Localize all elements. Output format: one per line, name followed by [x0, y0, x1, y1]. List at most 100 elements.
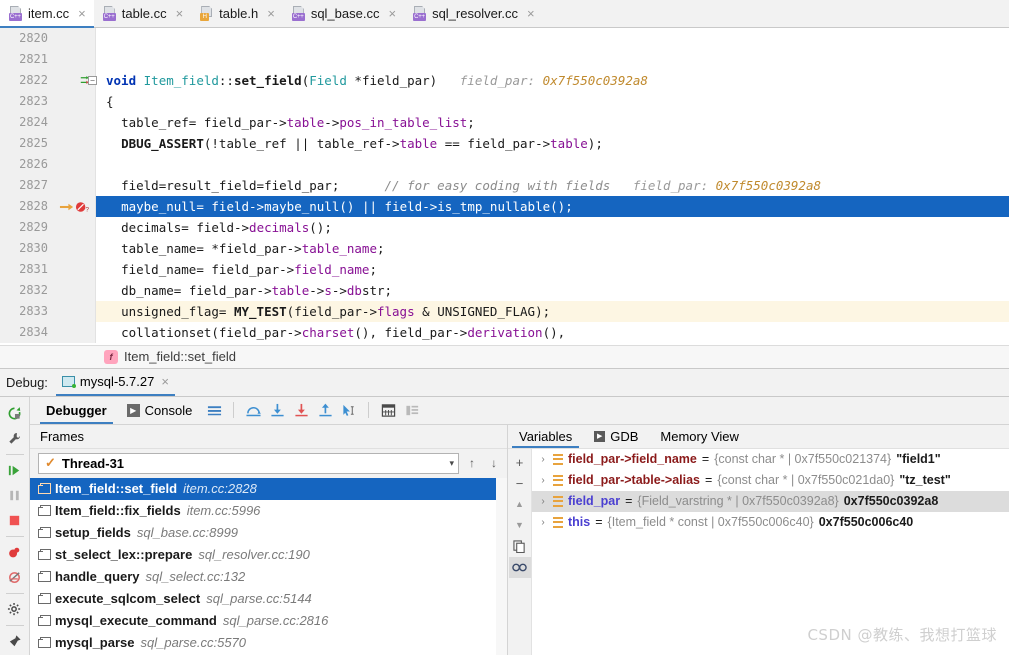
gutter-line[interactable]: 2828? [0, 196, 95, 217]
chevron-down-icon[interactable]: ▾ [449, 458, 454, 469]
tab-console[interactable]: ▶ Console [117, 397, 203, 424]
edit-configurations-icon[interactable] [0, 426, 30, 451]
code-line[interactable]: void Item_field::set_field(Field *field_… [96, 70, 1009, 91]
gutter-line[interactable]: 2834 [0, 322, 95, 343]
breadcrumb[interactable]: f Item_field::set_field [0, 344, 1009, 369]
code-line[interactable]: decimals= field->decimals(); [96, 217, 1009, 238]
frames-scrollbar[interactable] [496, 477, 507, 655]
close-icon[interactable]: × [388, 7, 396, 20]
code-line[interactable] [96, 154, 1009, 175]
add-watch-icon[interactable]: + [509, 452, 531, 473]
debug-side-rail[interactable] [0, 396, 30, 655]
remove-watch-icon[interactable]: − [509, 473, 531, 494]
gutter-line[interactable]: 2831 [0, 259, 95, 280]
run-to-cursor-icon[interactable] [337, 398, 361, 422]
evaluate-expression-icon[interactable] [376, 398, 400, 422]
variables-rail[interactable]: + − ▲ ▼ [508, 448, 532, 655]
inspect-icon[interactable] [508, 556, 531, 578]
pause-program-icon[interactable] [0, 483, 30, 508]
gutter-line[interactable]: 2822 [0, 70, 95, 91]
breakpoint-icon[interactable]: ? [59, 196, 91, 217]
frame-list-item[interactable]: Item_field::fix_fields item.cc:5996 [30, 500, 496, 522]
variable-row[interactable]: › field_par->field_name = {const char * | 0… [532, 449, 1009, 470]
chevron-right-icon[interactable]: › [538, 496, 548, 507]
debugger-toolbar[interactable]: Debugger ▶ Console [30, 396, 1009, 425]
close-icon[interactable]: × [176, 7, 184, 20]
frame-list-item[interactable]: mysql_execute_command sql_parse.cc:2816 [30, 610, 496, 632]
frame-list-item[interactable]: setup_fields sql_base.cc:8999 [30, 522, 496, 544]
tab-gdb[interactable]: ▶ GDB [583, 425, 649, 448]
step-out-icon[interactable] [313, 398, 337, 422]
editor-tab-table-cc[interactable]: C++ table.cc × [93, 0, 192, 27]
code-editor[interactable]: 2820 2821 2822−2823 2824 2825 2826 2827 2828? 28… [0, 28, 1009, 345]
close-icon[interactable]: × [78, 7, 86, 20]
code-line[interactable]: field_name= field_par->field_name; [96, 259, 1009, 280]
close-icon[interactable]: × [267, 7, 275, 20]
chevron-right-icon[interactable]: › [538, 454, 548, 465]
editor-tab-sql-base-cc[interactable]: C++ sql_base.cc × [282, 0, 405, 27]
chevron-right-icon[interactable]: › [538, 475, 548, 486]
frame-list-item[interactable]: handle_query sql_select.cc:132 [30, 566, 496, 588]
frames-up-icon[interactable]: ↑ [463, 454, 481, 472]
frame-list-item[interactable]: mysql_parse sql_parse.cc:5570 [30, 632, 496, 654]
watch-down-icon[interactable]: ▼ [509, 515, 531, 536]
editor-tab-table-h[interactable]: Htable.h × [191, 0, 283, 27]
gutter-line[interactable]: 2823 [0, 91, 95, 112]
gutter-line[interactable]: 2821 [0, 49, 95, 70]
editor-tab-sql-resolver-cc[interactable]: C++ sql_resolver.cc × [404, 0, 543, 27]
gutter-line[interactable]: 2832 [0, 280, 95, 301]
view-breakpoints-icon[interactable] [0, 540, 30, 565]
copy-value-icon[interactable] [509, 536, 531, 557]
frame-list-item[interactable]: st_select_lex::prepare sql_resolver.cc:19… [30, 544, 496, 566]
watch-up-icon[interactable]: ▲ [509, 494, 531, 515]
code-line[interactable]: maybe_null= field->maybe_null() || field… [96, 196, 1009, 217]
chevron-right-icon[interactable]: › [538, 517, 548, 528]
gutter-line[interactable]: 2826 [0, 154, 95, 175]
pin-tab-icon[interactable] [0, 629, 30, 654]
variable-row[interactable]: › field_par->table->alias = {const char * |… [532, 470, 1009, 491]
tab-debugger[interactable]: Debugger [36, 397, 117, 424]
force-step-into-icon[interactable] [289, 398, 313, 422]
gutter-line[interactable]: 2830 [0, 238, 95, 259]
code-lines[interactable]: void Item_field::set_field(Field *field_… [96, 28, 1009, 343]
code-line[interactable]: table_ref= field_par->table->pos_in_tabl… [96, 112, 1009, 133]
code-line[interactable]: table_name= *field_par->table_name; [96, 238, 1009, 259]
tab-memory-view[interactable]: Memory View [649, 425, 750, 448]
gutter-line[interactable]: 2829 [0, 217, 95, 238]
step-into-icon[interactable] [265, 398, 289, 422]
close-icon[interactable]: × [527, 7, 535, 20]
code-line[interactable]: { [96, 91, 1009, 112]
code-line[interactable]: field=result_field=field_par; // for eas… [96, 175, 1009, 196]
code-line[interactable] [96, 49, 1009, 70]
show-values-inline-icon[interactable] [400, 398, 424, 422]
frames-down-icon[interactable]: ↓ [485, 454, 503, 472]
tab-variables[interactable]: Variables [508, 425, 583, 448]
gutter-line[interactable]: 2825 [0, 133, 95, 154]
gutter-line[interactable]: 2820 [0, 28, 95, 49]
gutter-line[interactable]: 2824 [0, 112, 95, 133]
gutter-line[interactable]: 2833 [0, 301, 95, 322]
thread-combo[interactable]: ✓ Thread-31 ▾ [38, 452, 459, 474]
debug-session-tab[interactable]: mysql-5.7.27 × [55, 369, 175, 396]
frames-list[interactable]: Item_field::set_field item.cc:2828 Item_fi… [30, 477, 496, 655]
frame-list-item[interactable]: execute_sqlcom_select sql_parse.cc:5144 [30, 588, 496, 610]
code-line[interactable]: db_name= field_par->table->s->dbstr; [96, 280, 1009, 301]
close-icon[interactable]: × [161, 374, 169, 389]
frame-list-item[interactable]: Item_field::set_field item.cc:2828 [30, 477, 496, 500]
layout-settings-icon[interactable] [202, 398, 226, 422]
variable-row[interactable]: › this = {Item_field * const | 0x7f550c006c… [532, 512, 1009, 533]
variables-list[interactable]: › field_par->field_name = {const char * | 0… [532, 448, 1009, 655]
resume-program-icon[interactable] [0, 458, 30, 483]
step-over-icon[interactable] [241, 398, 265, 422]
code-line[interactable] [96, 28, 1009, 49]
rerun-icon[interactable] [0, 401, 30, 426]
editor-gutter[interactable]: 2820 2821 2822−2823 2824 2825 2826 2827 2828? 28… [0, 28, 97, 343]
variable-row[interactable]: › field_par = {Field_varstring * | 0x7f550c… [532, 490, 1009, 512]
stop-icon[interactable] [0, 508, 30, 533]
variables-pane-tabs[interactable]: Variables ▶ GDB Memory View [508, 424, 1009, 449]
gutter-line[interactable]: 2827 [0, 175, 95, 196]
settings-icon[interactable] [0, 597, 30, 622]
code-line[interactable]: DBUG_ASSERT(!table_ref || table_ref->tab… [96, 133, 1009, 154]
editor-tab-item-cc[interactable]: C++ item.cc × [0, 0, 94, 28]
mute-breakpoints-icon[interactable] [0, 565, 30, 590]
